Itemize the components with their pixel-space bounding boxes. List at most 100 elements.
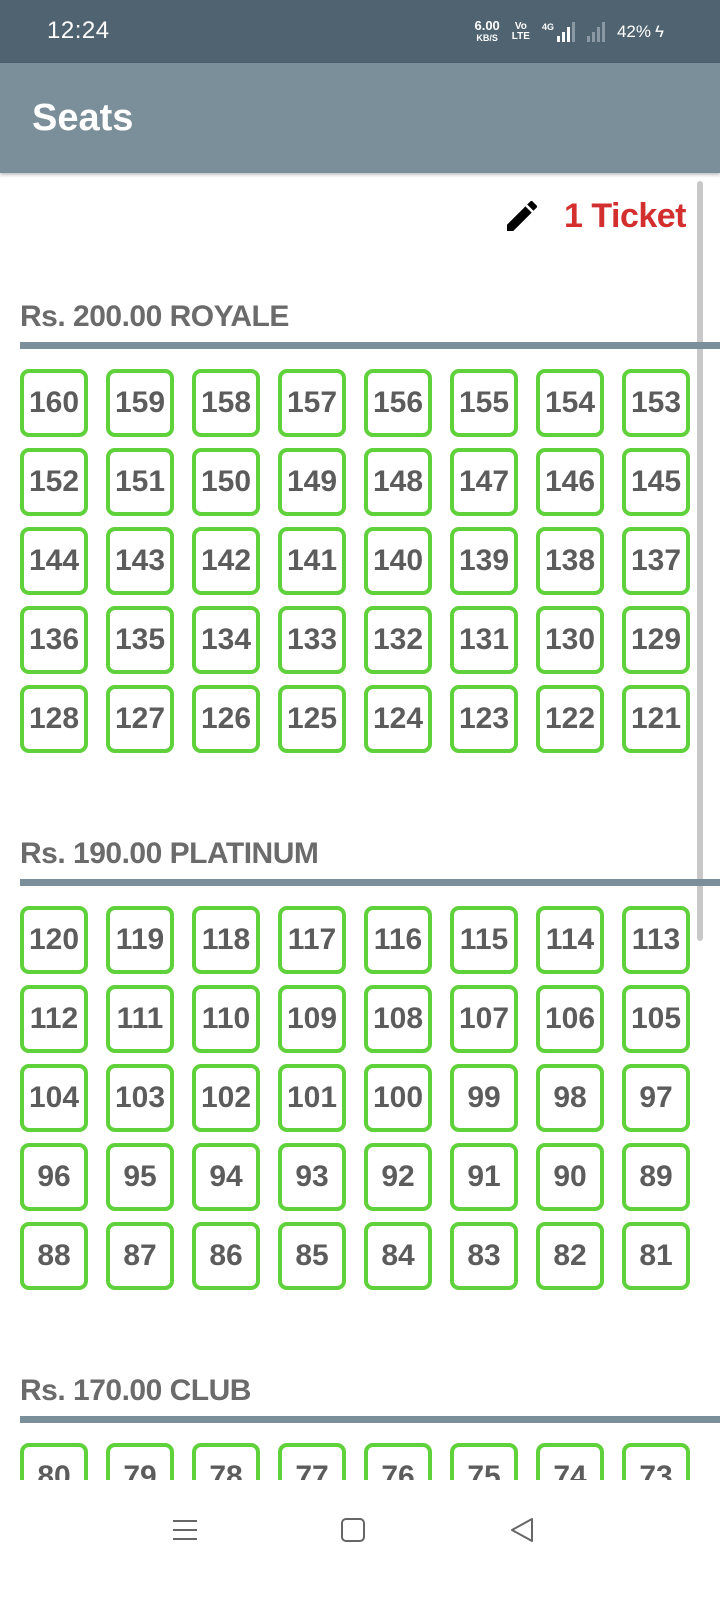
seat-button[interactable]: 113 [622,906,690,974]
seat-button[interactable]: 124 [364,685,432,753]
seat-button[interactable]: 127 [106,685,174,753]
seat-button[interactable]: 100 [364,1064,432,1132]
seat-button[interactable]: 99 [450,1064,518,1132]
seat-button[interactable]: 125 [278,685,346,753]
seat-button[interactable]: 122 [536,685,604,753]
seat-button[interactable]: 108 [364,985,432,1053]
seat-button[interactable]: 85 [278,1222,346,1290]
seat-button[interactable]: 134 [192,606,260,674]
seat-button[interactable]: 101 [278,1064,346,1132]
ticket-selector[interactable]: 1 Ticket [502,196,687,236]
seat-button[interactable]: 159 [106,369,174,437]
seat-button[interactable]: 114 [536,906,604,974]
seat-button[interactable]: 137 [622,527,690,595]
seat-button[interactable]: 76 [364,1443,432,1480]
seat-button[interactable]: 111 [106,985,174,1053]
seat-button[interactable]: 118 [192,906,260,974]
seat-button[interactable]: 133 [278,606,346,674]
seat-button[interactable]: 156 [364,369,432,437]
seat-button[interactable]: 87 [106,1222,174,1290]
seat-button[interactable]: 77 [278,1443,346,1480]
seat-button[interactable]: 103 [106,1064,174,1132]
seat-button[interactable]: 148 [364,448,432,516]
seat-button[interactable]: 154 [536,369,604,437]
pencil-icon[interactable] [502,196,542,236]
seat-button[interactable]: 158 [192,369,260,437]
seat-button[interactable]: 102 [192,1064,260,1132]
seat-button[interactable]: 155 [450,369,518,437]
seat-button[interactable]: 79 [106,1443,174,1480]
volte-icon: Vo LTE [512,22,530,42]
seat-button[interactable]: 126 [192,685,260,753]
volte-bottom: LTE [511,31,530,42]
seat-button[interactable]: 153 [622,369,690,437]
seat-button[interactable]: 91 [450,1143,518,1211]
seat-button[interactable]: 141 [278,527,346,595]
seat-button[interactable]: 144 [20,527,88,595]
ticket-count[interactable]: 1 Ticket [564,197,687,236]
seat-button[interactable]: 140 [364,527,432,595]
seat-button[interactable]: 80 [20,1443,88,1480]
seat-button[interactable]: 106 [536,985,604,1053]
menu-icon[interactable] [165,1510,205,1550]
seat-button[interactable]: 95 [106,1143,174,1211]
seat-button[interactable]: 131 [450,606,518,674]
seat-button[interactable]: 84 [364,1222,432,1290]
seat-button[interactable]: 98 [536,1064,604,1132]
seat-button[interactable]: 78 [192,1443,260,1480]
seat-button[interactable]: 90 [536,1143,604,1211]
seat-button[interactable]: 123 [450,685,518,753]
seat-button[interactable]: 96 [20,1143,88,1211]
seat-button[interactable]: 105 [622,985,690,1053]
seat-button[interactable]: 146 [536,448,604,516]
seat-button[interactable]: 86 [192,1222,260,1290]
seat-button[interactable]: 121 [622,685,690,753]
seat-button[interactable]: 128 [20,685,88,753]
seat-button[interactable]: 109 [278,985,346,1053]
seat-button[interactable]: 88 [20,1222,88,1290]
seat-button[interactable]: 130 [536,606,604,674]
seat-button[interactable]: 142 [192,527,260,595]
seat-button[interactable]: 119 [106,906,174,974]
seat-button[interactable]: 107 [450,985,518,1053]
seat-button[interactable]: 120 [20,906,88,974]
seat-button[interactable]: 136 [20,606,88,674]
seat-button[interactable]: 115 [450,906,518,974]
seat-button[interactable]: 145 [622,448,690,516]
seat-button[interactable]: 116 [364,906,432,974]
seat-button[interactable]: 75 [450,1443,518,1480]
seat-button[interactable]: 93 [278,1143,346,1211]
seat-button[interactable]: 83 [450,1222,518,1290]
seat-button[interactable]: 149 [278,448,346,516]
network-speed-value: 6.00 [474,18,500,33]
seat-button[interactable]: 110 [192,985,260,1053]
seat-button[interactable]: 104 [20,1064,88,1132]
seat-button[interactable]: 143 [106,527,174,595]
seat-button[interactable]: 94 [192,1143,260,1211]
seat-button[interactable]: 112 [20,985,88,1053]
navigation-bar [0,1480,720,1600]
status-icons: 6.00 KB/S Vo LTE 4G 42% ϟ [474,14,664,50]
seat-map[interactable]: 1 Ticket Rs. 200.00 ROYALE 160 159 158 157 1… [0,176,720,1480]
seat-button[interactable]: 97 [622,1064,690,1132]
seat-button[interactable]: 151 [106,448,174,516]
seat-button[interactable]: 89 [622,1143,690,1211]
seat-button[interactable]: 81 [622,1222,690,1290]
seat-button[interactable]: 138 [536,527,604,595]
seat-button[interactable]: 92 [364,1143,432,1211]
seat-button[interactable]: 152 [20,448,88,516]
seat-button[interactable]: 117 [278,906,346,974]
seat-button[interactable]: 160 [20,369,88,437]
seat-button[interactable]: 132 [364,606,432,674]
seat-button[interactable]: 74 [536,1443,604,1480]
seat-button[interactable]: 139 [450,527,518,595]
seat-button[interactable]: 150 [192,448,260,516]
seat-button[interactable]: 157 [278,369,346,437]
home-square-icon[interactable] [333,1510,373,1550]
seat-button[interactable]: 147 [450,448,518,516]
seat-button[interactable]: 129 [622,606,690,674]
seat-button[interactable]: 73 [622,1443,690,1480]
seat-button[interactable]: 82 [536,1222,604,1290]
seat-button[interactable]: 135 [106,606,174,674]
back-triangle-icon[interactable] [502,1510,542,1550]
